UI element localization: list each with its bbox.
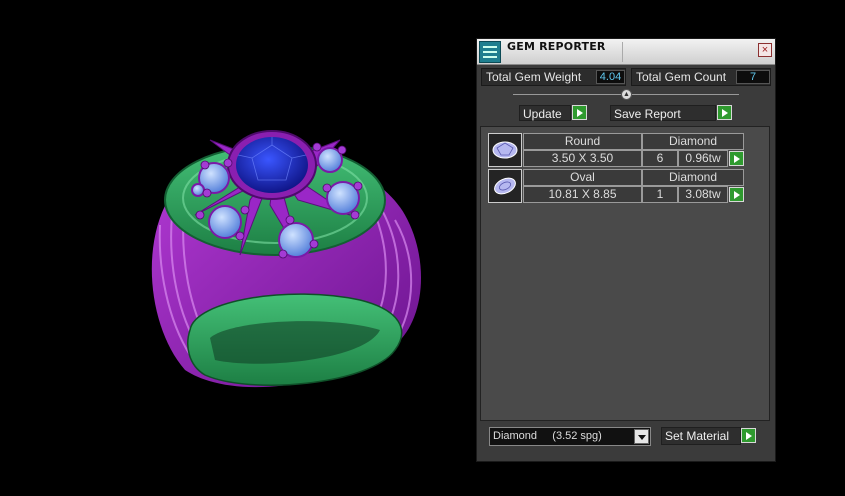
gem-weight: 0.96tw	[678, 150, 728, 167]
gem-row-arrow-icon[interactable]	[729, 151, 744, 166]
total-gem-weight-value: 4.04	[596, 70, 625, 84]
set-material-button[interactable]: Set Material	[661, 427, 741, 445]
application-window: GEM REPORTER × Total Gem Weight 4.04 Tot…	[0, 0, 845, 496]
total-gem-count-box: Total Gem Count 7	[631, 68, 771, 86]
material-dropdown-value: Diamond (3.52 spg)	[493, 430, 602, 442]
update-button[interactable]: Update	[519, 105, 571, 121]
gem-shape: Oval	[523, 169, 642, 186]
material-dropdown[interactable]: Diamond (3.52 spg)	[489, 427, 651, 446]
title-divider	[622, 42, 623, 62]
ring-model	[151, 130, 422, 388]
save-report-arrow-icon[interactable]	[717, 105, 732, 120]
gem-weight: 3.08tw	[678, 186, 728, 203]
round-gem-icon	[488, 133, 522, 167]
set-material-arrow-icon[interactable]	[741, 428, 756, 443]
gem-reporter-app-icon	[479, 41, 501, 63]
total-gem-count-label: Total Gem Count	[636, 70, 727, 84]
total-gem-weight-label: Total Gem Weight	[486, 70, 582, 84]
gem-row-round[interactable]: Round Diamond 3.50 X 3.50 6 0.96tw	[488, 133, 748, 167]
total-gem-weight-box: Total Gem Weight 4.04	[481, 68, 626, 86]
panel-title: GEM REPORTER	[507, 40, 606, 53]
slider-handle[interactable]: ▲	[621, 89, 632, 100]
gem-list: Round Diamond 3.50 X 3.50 6 0.96tw Oval …	[480, 126, 770, 421]
gem-shape: Round	[523, 133, 642, 150]
gem-count: 1	[642, 186, 678, 203]
gem-material: Diamond	[642, 133, 744, 150]
close-icon[interactable]: ×	[758, 43, 772, 57]
total-gem-count-value: 7	[736, 70, 770, 84]
gem-row-oval[interactable]: Oval Diamond 10.81 X 8.85 1 3.08tw	[488, 169, 748, 203]
gem-size: 3.50 X 3.50	[523, 150, 642, 167]
gem-reporter-panel: GEM REPORTER × Total Gem Weight 4.04 Tot…	[476, 38, 776, 462]
gem-row-arrow-icon[interactable]	[729, 187, 744, 202]
gem-count: 6	[642, 150, 678, 167]
title-bar[interactable]: GEM REPORTER ×	[477, 39, 775, 65]
gem-material: Diamond	[642, 169, 744, 186]
3d-viewport[interactable]	[0, 0, 470, 496]
oval-gem-icon	[488, 169, 522, 203]
update-arrow-icon[interactable]	[572, 105, 587, 120]
gem-size: 10.81 X 8.85	[523, 186, 642, 203]
save-report-button[interactable]: Save Report	[610, 105, 716, 121]
chevron-down-icon[interactable]	[634, 429, 649, 444]
